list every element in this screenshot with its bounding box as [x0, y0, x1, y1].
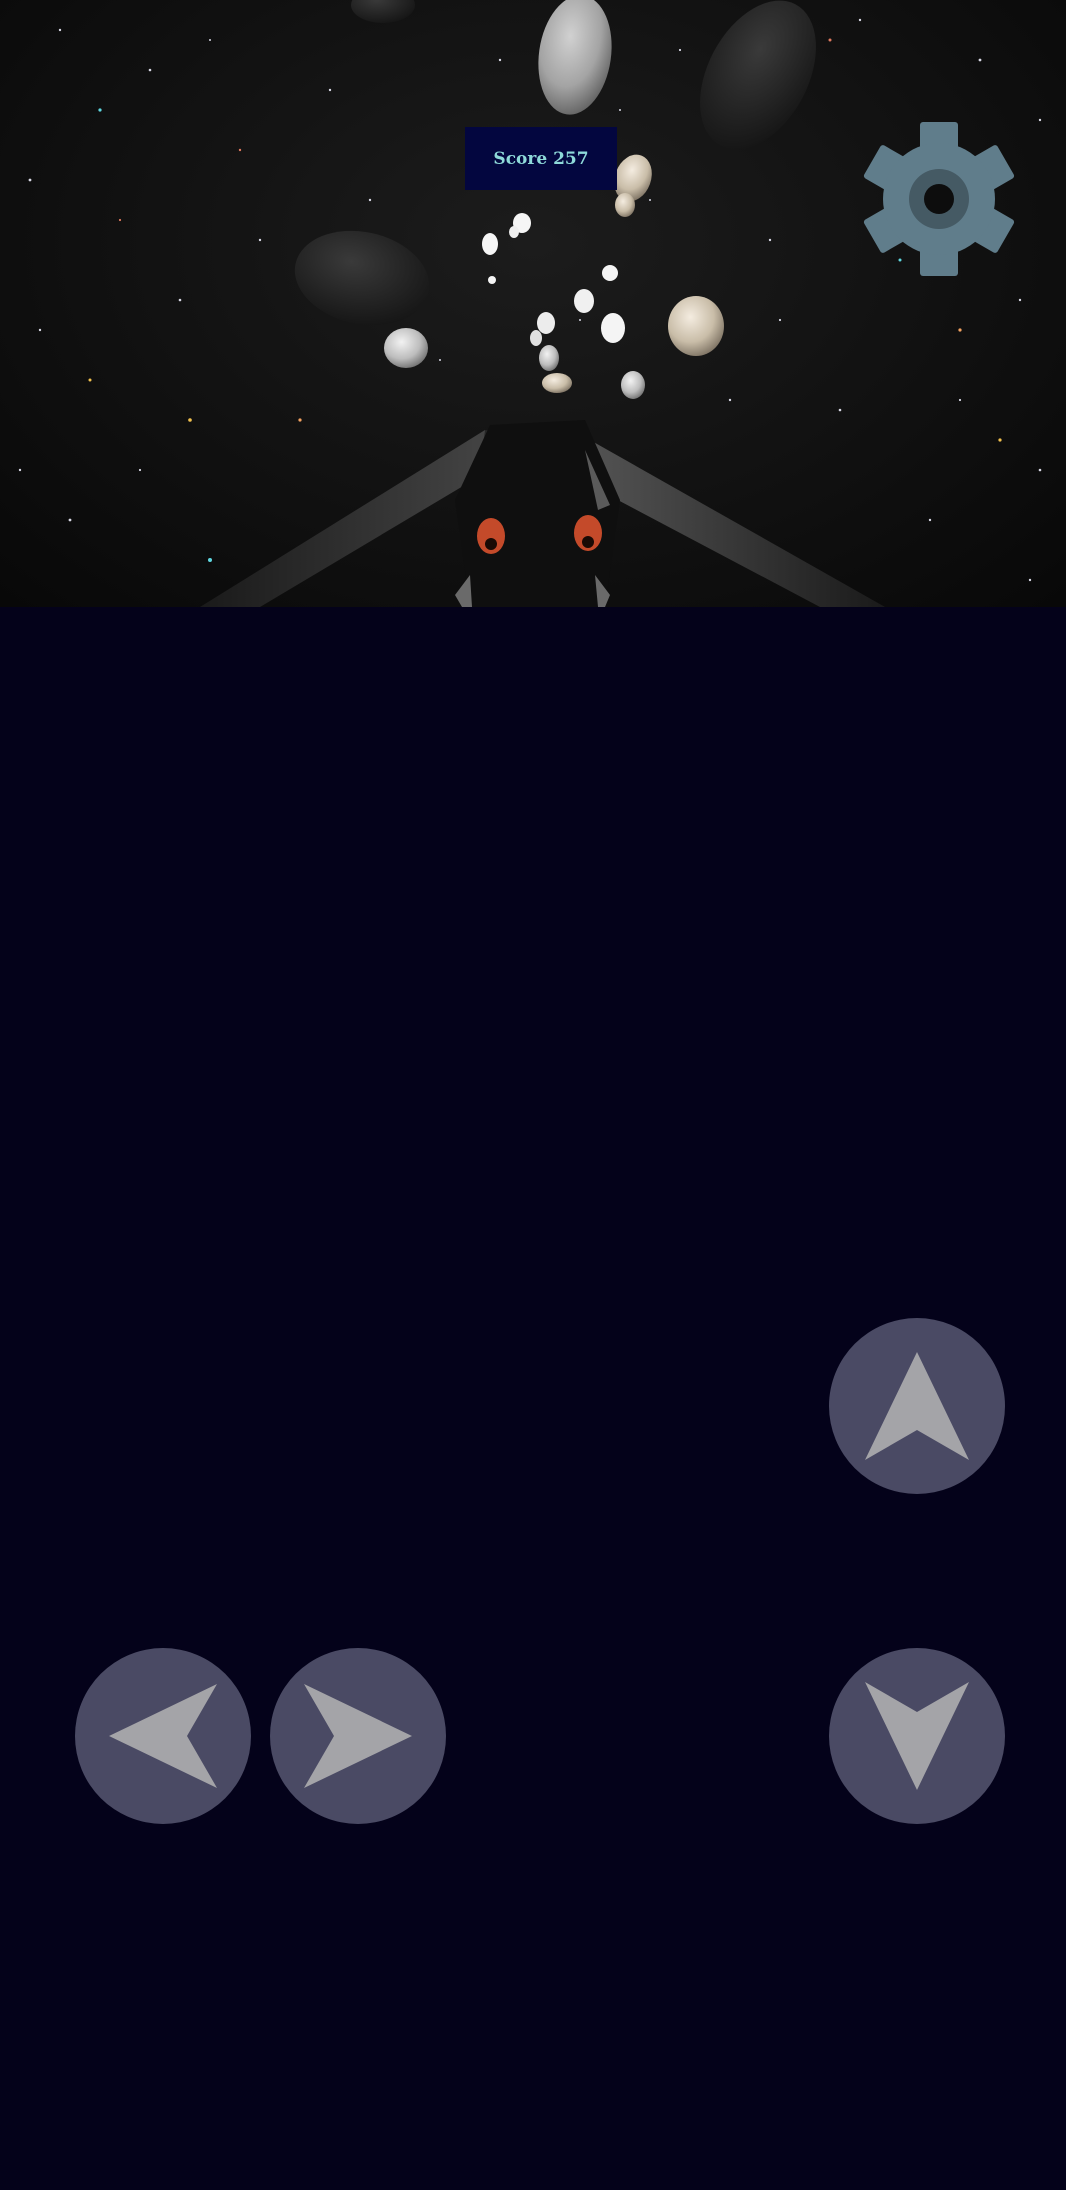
thrust-down-button[interactable] [829, 1648, 1005, 1824]
arrow-left-icon [109, 1684, 217, 1788]
arrow-down-icon [865, 1682, 969, 1790]
game-screen: Score 257 [0, 0, 1066, 2190]
gear-icon [863, 122, 1015, 276]
score-panel: Score 257 [465, 127, 617, 190]
asteroids [384, 0, 724, 399]
thrust-up-button[interactable] [829, 1318, 1005, 1494]
arrow-up-icon [865, 1352, 969, 1460]
settings-button[interactable] [862, 122, 1016, 276]
space-scene [18, 0, 1042, 607]
score-label: Score 257 [493, 148, 589, 169]
steer-left-button[interactable] [75, 1648, 251, 1824]
steer-right-button[interactable] [270, 1648, 446, 1824]
arrow-right-icon [304, 1684, 412, 1788]
spaceship [200, 420, 885, 607]
game-viewport: Score 257 [0, 0, 1066, 607]
